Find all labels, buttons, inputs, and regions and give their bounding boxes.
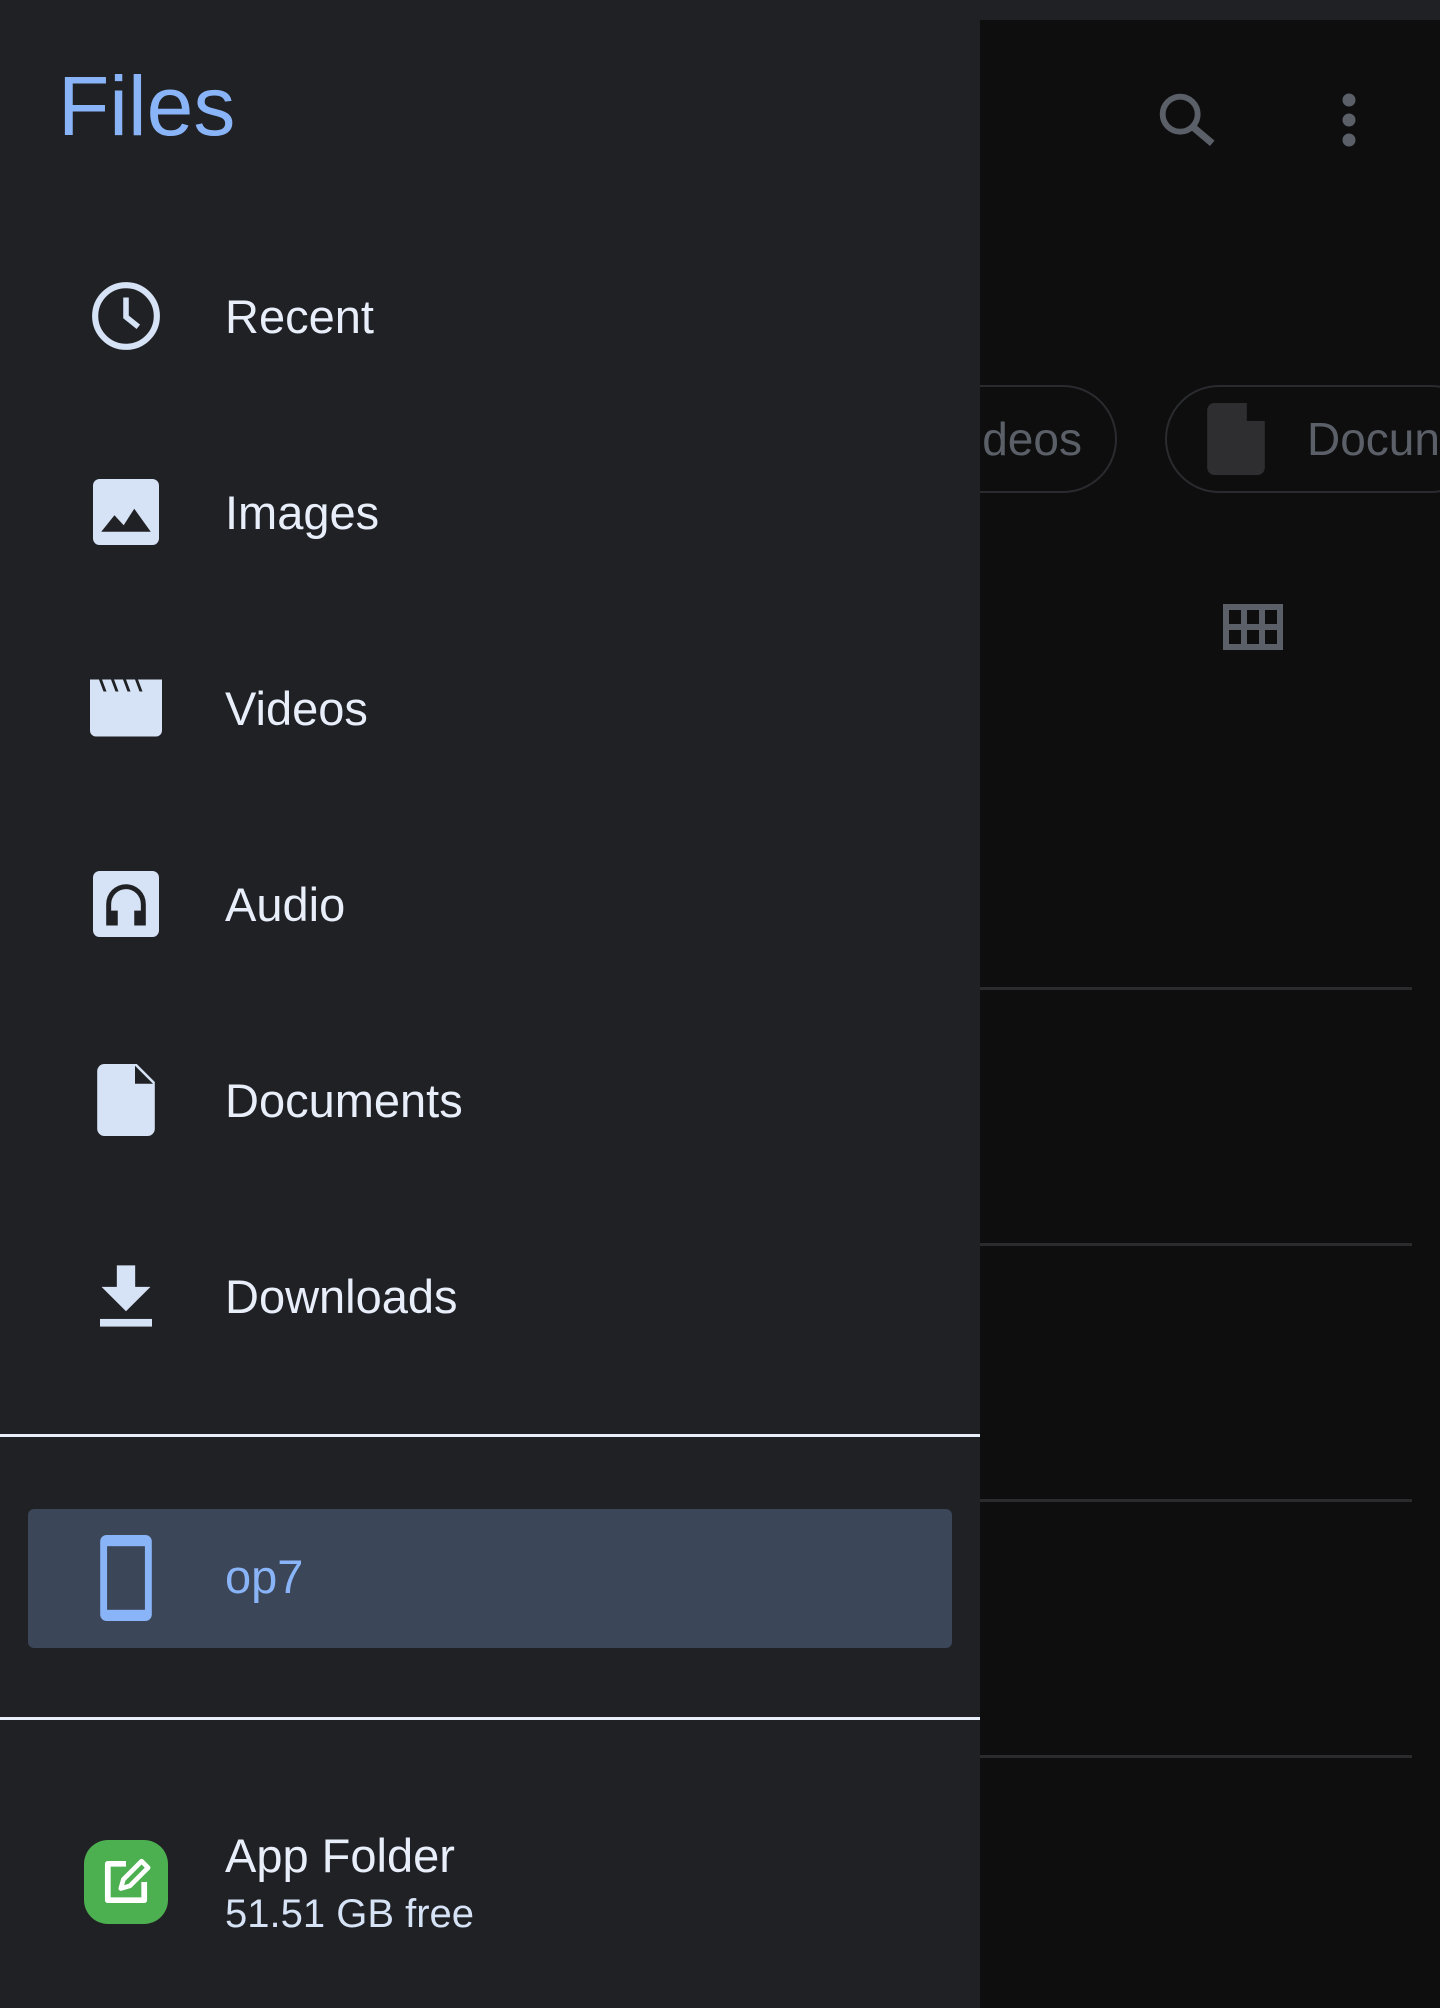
- nav-item-audio[interactable]: Audio: [0, 839, 980, 969]
- app-folder-edit-icon: [84, 1840, 168, 1924]
- download-icon: [88, 1258, 164, 1334]
- device-label: op7: [225, 1550, 304, 1603]
- audio-icon: [88, 866, 164, 942]
- nav-item-recent[interactable]: Recent: [0, 251, 980, 381]
- nav-item-app-folder[interactable]: App Folder 51.51 GB free: [0, 1810, 980, 1960]
- more-vert-icon: [1342, 93, 1356, 147]
- nav-item-label: Documents: [225, 1073, 463, 1127]
- video-icon: [88, 670, 164, 746]
- nav-item-label: Downloads: [225, 1269, 458, 1323]
- search-icon: [1159, 93, 1215, 147]
- list-divider: [980, 1243, 1412, 1246]
- chip-documents[interactable]: Docun: [1165, 385, 1440, 493]
- document-icon: [1207, 403, 1265, 475]
- nav-item-device-op7[interactable]: op7: [28, 1509, 952, 1648]
- main-content: ideos Docun: [860, 20, 1440, 2008]
- drawer-title: Files: [58, 59, 236, 153]
- drawer-divider: [0, 1434, 980, 1437]
- list-divider: [980, 1499, 1412, 1502]
- chip-documents-label: Docun: [1307, 413, 1440, 465]
- nav-item-label: Videos: [225, 681, 368, 735]
- app-folder-name: App Folder: [225, 1829, 455, 1882]
- drawer-divider: [0, 1717, 980, 1720]
- search-button[interactable]: [1146, 80, 1226, 160]
- more-options-button[interactable]: [1309, 80, 1389, 160]
- image-icon: [88, 474, 164, 550]
- app-folder-free-space: 51.51 GB free: [225, 1892, 475, 1936]
- view-toggle-button[interactable]: [1213, 587, 1293, 667]
- list-divider: [980, 987, 1412, 990]
- nav-item-videos[interactable]: Videos: [0, 643, 980, 773]
- nav-item-label: Audio: [225, 877, 346, 931]
- nav-item-label: Recent: [225, 289, 374, 343]
- nav-item-downloads[interactable]: Downloads: [0, 1231, 980, 1361]
- nav-item-label: Images: [225, 485, 380, 539]
- nav-item-documents[interactable]: Documents: [0, 1035, 980, 1165]
- grid-view-icon: [1223, 604, 1283, 650]
- document-icon: [88, 1062, 164, 1138]
- list-divider: [980, 1755, 1412, 1758]
- navigation-drawer: Files Recent Images Videos Audio Documen…: [0, 0, 980, 2008]
- nav-item-images[interactable]: Images: [0, 447, 980, 577]
- clock-icon: [88, 278, 164, 354]
- phone-icon: [100, 1535, 152, 1626]
- chip-videos-label: ideos: [972, 413, 1082, 465]
